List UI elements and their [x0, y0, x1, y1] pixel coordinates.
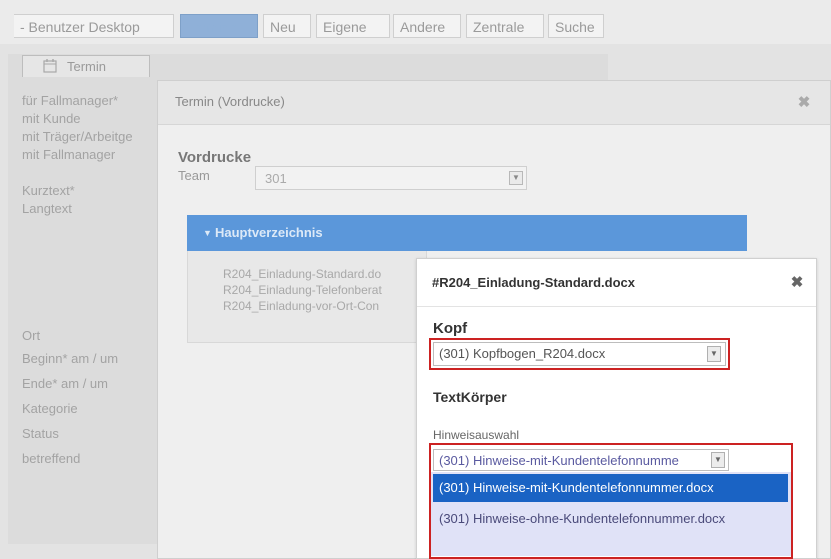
label-kurztext: Kurztext*	[22, 183, 75, 198]
label-betreffend: betreffend	[22, 451, 81, 466]
tab-neu[interactable]: Neu	[263, 14, 311, 38]
tab-zentrale[interactable]: Zentrale	[466, 14, 544, 38]
label-kategorie: Kategorie	[22, 401, 78, 416]
file-item[interactable]: R204_Einladung-vor-Ort-Con	[223, 299, 423, 313]
vordrucke-dialog-title: Termin (Vordrucke)	[175, 94, 285, 109]
calendar-icon	[43, 58, 57, 73]
file-item[interactable]: R204_Einladung-Standard.do	[223, 267, 423, 281]
team-select-value: 301	[265, 171, 287, 186]
close-icon[interactable]: ✖	[794, 93, 814, 113]
tab-andere[interactable]: Andere	[393, 14, 461, 38]
tab-termine[interactable]: Termine	[180, 14, 258, 38]
chevron-down-icon: ▼	[509, 171, 523, 185]
folder-hauptverzeichnis[interactable]: ▼ Hauptverzeichnis	[187, 215, 747, 251]
label-langtext: Langtext	[22, 201, 72, 216]
folder-label: Hauptverzeichnis	[215, 225, 323, 240]
tab-suche[interactable]: Suche	[548, 14, 604, 38]
label-mit-kunde: mit Kunde	[22, 111, 81, 126]
label-mit-traeger: mit Träger/Arbeitge	[22, 129, 133, 144]
label-beginn: Beginn* am / um	[22, 351, 119, 366]
kopf-select-value: (301) Kopfbogen_R204.docx	[439, 346, 606, 361]
chevron-down-icon: ▼	[707, 346, 721, 362]
close-icon[interactable]: ✖	[787, 273, 807, 293]
termin-form-tab[interactable]: Termin	[22, 55, 150, 77]
tab-eigene[interactable]: Eigene	[316, 14, 390, 38]
team-select[interactable]: 301 ▼	[255, 166, 527, 190]
label-status: Status	[22, 426, 59, 441]
top-tab-bar: - Benutzer Desktop Termine Neu Eigene An…	[0, 0, 831, 44]
hinweis-select-value: (301) Hinweise-mit-Kundentelefonnumme	[439, 453, 679, 468]
kopf-heading: Kopf	[433, 320, 468, 337]
vordrucke-dialog-header: Termin (Vordrucke) ✖	[158, 81, 830, 125]
label-ort: Ort	[22, 328, 41, 343]
tab-benutzer-desktop[interactable]: - Benutzer Desktop	[14, 14, 174, 38]
team-label: Team	[178, 168, 210, 183]
label-ende: Ende* am / um	[22, 376, 108, 391]
termin-form-tab-label: Termin	[67, 59, 107, 74]
triangle-down-icon: ▼	[203, 228, 212, 238]
vordrucke-section-heading: Vordrucke	[178, 149, 252, 166]
dropdown-option-mit[interactable]: (301) Hinweise-mit-Kundentelefonnummer.d…	[433, 474, 788, 502]
document-dialog-header: #R204_Einladung-Standard.docx ✖	[417, 259, 816, 307]
textkoerper-heading: TextKörper	[433, 389, 507, 405]
file-list: R204_Einladung-Standard.do R204_Einladun…	[187, 251, 427, 343]
label-fallmanager: für Fallmanager*	[22, 93, 119, 108]
kopf-select[interactable]: (301) Kopfbogen_R204.docx ▼	[433, 342, 726, 366]
chevron-down-icon: ▼	[711, 452, 725, 468]
dropdown-option-ohne[interactable]: (301) Hinweise-ohne-Kundentelefonnummer.…	[433, 505, 788, 533]
hinweis-select[interactable]: (301) Hinweise-mit-Kundentelefonnumme ▼	[433, 449, 729, 471]
file-item[interactable]: R204_Einladung-Telefonberat	[223, 283, 423, 297]
label-mit-fallmanager: mit Fallmanager	[22, 147, 116, 162]
hinweisauswahl-label: Hinweisauswahl	[433, 428, 520, 442]
document-dialog-title: #R204_Einladung-Standard.docx	[432, 275, 635, 290]
